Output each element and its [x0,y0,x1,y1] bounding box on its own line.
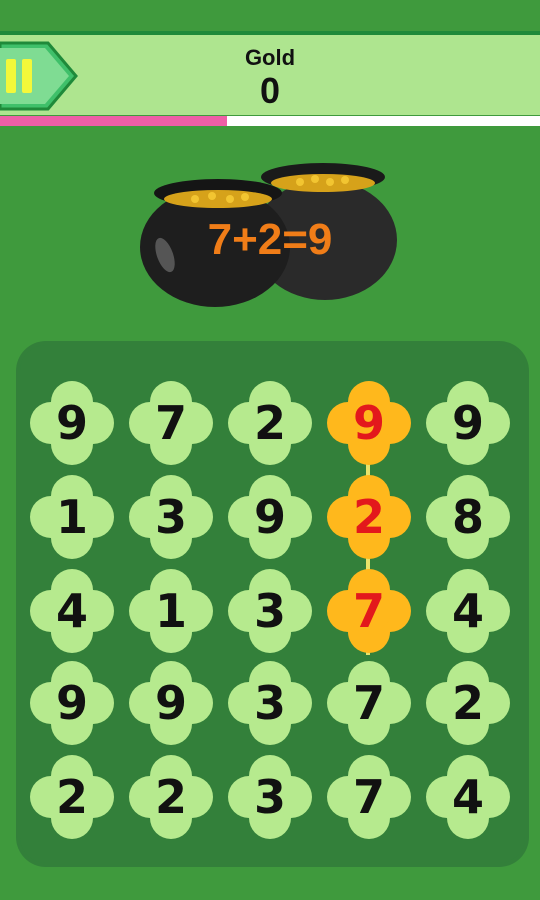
gold-value: 0 [259,70,281,111]
clover-cell[interactable]: 2 [225,378,315,468]
clover-cell[interactable]: 7 [324,752,414,842]
cell-number: 2 [352,490,385,544]
progress-bar [0,116,540,126]
cell-number: 4 [451,584,484,638]
clover-cell[interactable]: 7 [126,378,216,468]
cell-number: 9 [55,396,88,450]
clover-cell[interactable]: 9 [423,378,513,468]
cell-number: 9 [352,396,385,450]
cell-number: 2 [154,770,187,824]
cell-number: 3 [253,770,286,824]
cell-number: 3 [253,584,286,638]
clover-cell[interactable]: 1 [126,566,216,656]
cell-number: 9 [253,490,286,544]
cell-number: 7 [352,584,385,638]
clover-cell[interactable]: 1 [27,472,117,562]
clover-cell[interactable]: 2 [27,752,117,842]
clover-cell[interactable]: 4 [423,566,513,656]
cell-number: 3 [253,676,286,730]
clover-cell[interactable]: 7 [324,566,414,656]
cell-number: 7 [352,770,385,824]
gold-label: Gold [244,45,296,70]
cell-number: 7 [352,676,385,730]
clover-cell[interactable]: 2 [126,752,216,842]
cell-number: 9 [55,676,88,730]
clover-cell[interactable]: 4 [27,566,117,656]
clover-cell[interactable]: 3 [225,566,315,656]
cell-number: 3 [154,490,187,544]
progress-fill [0,116,227,126]
cell-number: 7 [154,396,187,450]
equation-text: 7+2=9 [207,215,333,264]
clover-cell[interactable]: 3 [126,472,216,562]
clover-cell[interactable]: 7 [324,658,414,748]
clover-cell[interactable]: 2 [423,658,513,748]
cell-number: 2 [55,770,88,824]
clover-cell[interactable]: 9 [126,658,216,748]
clover-cell[interactable]: 9 [324,378,414,468]
cell-number: 8 [451,490,484,544]
clover-cell[interactable]: 9 [27,658,117,748]
cell-number: 4 [55,584,88,638]
clover-cell[interactable]: 9 [27,378,117,468]
clover-cell[interactable]: 2 [324,472,414,562]
clover-cell[interactable]: 4 [423,752,513,842]
clover-cell[interactable]: 3 [225,658,315,748]
clover-cell[interactable]: 8 [423,472,513,562]
cell-number: 9 [154,676,187,730]
cell-number: 4 [451,770,484,824]
clover-cell[interactable]: 9 [225,472,315,562]
cell-number: 2 [451,676,484,730]
clover-cell[interactable]: 3 [225,752,315,842]
cell-number: 2 [253,396,286,450]
cell-number: 1 [55,490,88,544]
cell-number: 9 [451,396,484,450]
cell-number: 1 [154,584,187,638]
